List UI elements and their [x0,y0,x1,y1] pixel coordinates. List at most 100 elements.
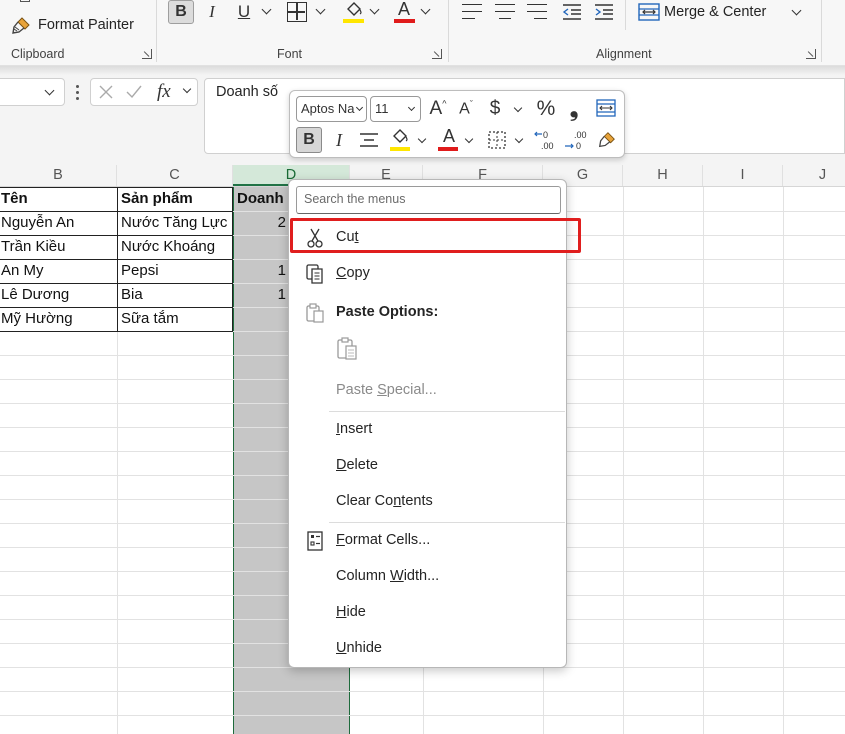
chevron-down-icon[interactable] [513,103,523,113]
fill-bucket-icon [393,129,408,143]
copy-icon [306,264,323,284]
menu-item-column-width[interactable]: Column Width... [290,560,567,594]
menu-item-clear-contents[interactable]: Clear Contents [290,485,567,519]
chevron-down-icon[interactable] [514,134,524,144]
chevron-down-icon[interactable] [369,4,380,15]
column-letter: G [576,167,589,183]
chevron-down-icon[interactable] [464,134,474,144]
borders-button[interactable] [287,2,307,22]
italic-button-mini[interactable]: I [328,127,350,153]
menu-item-hide[interactable]: Hide [290,596,567,630]
format-painter-button-mini[interactable] [595,127,619,153]
table-cell[interactable]: Bia [121,283,231,307]
column-header-c[interactable]: C [117,165,233,186]
table-cell[interactable]: Nguyễn An [1,211,116,235]
font-color-swatch [438,147,458,151]
menu-search-input[interactable]: Search the menus [296,186,561,214]
font-color-button[interactable]: A [393,0,415,20]
ribbon-separator [625,0,626,30]
table-header-cell[interactable]: Tên [1,187,116,211]
increase-decimal-icon: .000 [565,130,587,151]
table-cell[interactable]: Pepsi [121,259,231,283]
chevron-down-icon[interactable] [315,4,326,15]
clipboard-group-label: Clipboard [11,47,65,61]
menu-item-unhide[interactable]: Unhide [290,632,567,666]
paste-option-button[interactable] [335,336,363,364]
more-options-icon[interactable] [76,85,80,101]
table-cell[interactable]: 1 [235,259,290,283]
table-cell[interactable]: Trần Kiều [1,235,116,259]
accounting-format-button[interactable]: $ [486,96,504,122]
alignment-dialog-launcher[interactable] [806,49,816,59]
column-header-i[interactable]: I [703,165,783,186]
chevron-down-icon[interactable] [417,134,427,144]
chevron-down-icon[interactable] [791,5,802,16]
comma-icon: ❟ [569,96,579,121]
merge-center-button[interactable] [637,1,661,23]
font-name-select[interactable]: Aptos Na [296,96,367,122]
bold-button-mini[interactable]: B [296,127,322,153]
table-cell[interactable] [235,235,290,259]
table-header-cell[interactable]: Doanh [237,187,289,211]
chevron-down-icon[interactable] [182,84,192,94]
comma-style-button[interactable]: ❟ [566,96,582,122]
merge-center-icon [638,3,660,21]
cancel-icon[interactable] [98,84,114,100]
menu-item-copy[interactable]: Copy [290,257,567,291]
decrease-indent-button[interactable] [561,1,583,23]
italic-button[interactable]: I [200,0,224,24]
menu-item-label: Unhide [336,640,382,656]
format-painter-icon [12,17,30,34]
chevron-down-icon[interactable] [420,4,431,15]
table-cell[interactable]: Mỹ Hường [1,307,116,331]
name-box[interactable] [0,78,65,106]
increase-indent-button[interactable] [593,1,615,23]
align-right-button[interactable] [527,4,547,20]
center-align-button-mini[interactable] [358,129,380,151]
increase-font-size-button[interactable]: A^ [427,96,449,122]
table-cell[interactable]: 2 [235,211,290,235]
percent-style-button[interactable]: % [535,96,557,122]
column-header-h[interactable]: H [623,165,703,186]
column-header-j[interactable]: J [783,165,845,186]
font-dialog-launcher[interactable] [432,49,442,59]
table-cell[interactable]: Nước Tăng Lực [121,211,231,235]
table-header-cell[interactable]: Sản phẩm [121,187,231,211]
gridline [703,187,704,734]
chevron-down-icon[interactable] [261,4,272,15]
chevron-down-icon[interactable] [44,85,55,96]
clipboard-dialog-launcher[interactable] [142,49,152,59]
decrease-indent-icon [562,4,581,20]
menu-search-placeholder: Search the menus [304,192,406,206]
table-cell[interactable] [235,307,290,331]
borders-button-mini[interactable] [486,129,508,151]
increase-decimal-button[interactable]: .00 0 [564,127,590,153]
decrease-font-size-button[interactable]: Aˇ [455,96,477,122]
font-size-select[interactable]: 11 [370,96,421,122]
bold-button[interactable]: B [168,0,194,24]
enter-check-icon[interactable] [125,84,143,100]
table-cell[interactable]: An My [1,259,116,283]
table-cell[interactable]: Lê Dương [1,283,116,307]
copy-button[interactable] [18,0,78,4]
table-cell[interactable]: Sữa tắm [121,307,231,331]
table-cell[interactable]: Nước Khoáng [121,235,231,259]
merge-center-button-mini[interactable] [595,97,617,119]
ribbon-separator [821,0,822,62]
ribbon-shadow [0,66,845,75]
font-color-button-mini[interactable]: A [438,125,460,147]
menu-item-format-cells[interactable]: Format Cells... [290,524,567,558]
fill-color-button-mini[interactable] [389,127,411,149]
decrease-decimal-button[interactable]: 0.00 [534,127,560,153]
menu-item-insert[interactable]: Insert [290,413,567,447]
column-header-b[interactable]: B [0,165,117,186]
svg-text:.00: .00 [574,130,587,140]
insert-function-button[interactable]: fx [157,81,171,103]
format-painter-label: Format Painter [38,17,134,33]
align-left-button[interactable] [462,4,482,20]
menu-item-label: Delete [336,457,378,473]
menu-item-delete[interactable]: Delete [290,449,567,483]
table-cell[interactable]: 1 [235,283,290,307]
underline-button[interactable]: U [233,0,255,24]
align-center-button[interactable] [495,4,515,20]
